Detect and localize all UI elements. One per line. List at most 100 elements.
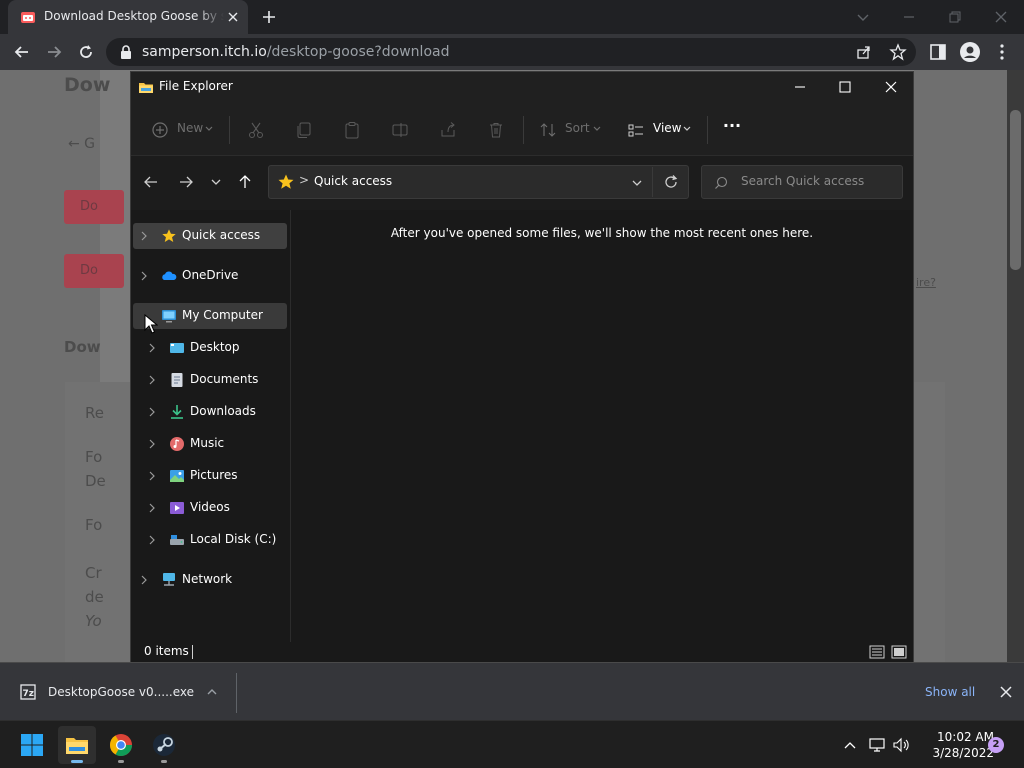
- nav-music[interactable]: Music: [133, 431, 287, 457]
- volume-icon[interactable]: [892, 737, 910, 753]
- explorer-close-icon[interactable]: [883, 79, 899, 95]
- file-explorer-taskbar-icon[interactable]: [58, 726, 96, 764]
- clock-time: 10:02 AM: [937, 730, 994, 744]
- rename-icon[interactable]: [391, 121, 409, 139]
- nav-downloads[interactable]: Downloads: [133, 399, 287, 425]
- new-label: New: [177, 121, 204, 135]
- explorer-address-bar[interactable]: > Quick access: [268, 165, 689, 199]
- nav-documents[interactable]: Documents: [133, 367, 287, 393]
- back-link[interactable]: ← G: [68, 136, 95, 152]
- clock-date: 3/28/2022: [932, 746, 994, 760]
- nav-desktop[interactable]: Desktop: [133, 335, 287, 361]
- nav-label: Videos: [190, 500, 230, 514]
- card-line: Fo: [85, 448, 103, 466]
- address-bar[interactable]: samperson.itch.io/desktop-goose?download: [106, 38, 916, 66]
- chrome-menu-icon[interactable]: [996, 43, 1008, 61]
- download-button-2[interactable]: Do: [64, 254, 124, 288]
- expand-chevron-icon[interactable]: [147, 407, 157, 417]
- minimize-icon[interactable]: [898, 6, 920, 28]
- nav-network[interactable]: Network: [133, 567, 287, 593]
- network-icon[interactable]: [869, 737, 887, 753]
- reload-icon[interactable]: [77, 43, 95, 61]
- nav-onedrive[interactable]: OneDrive: [133, 263, 287, 289]
- paste-icon[interactable]: [343, 121, 361, 139]
- expand-chevron-icon[interactable]: [147, 471, 157, 481]
- cut-icon[interactable]: [247, 121, 265, 139]
- tab-search-chevron-icon[interactable]: [852, 6, 874, 28]
- download-file-name[interactable]: DesktopGoose v0.....exe: [48, 685, 194, 699]
- svg-text:7z: 7z: [23, 689, 35, 699]
- explorer-minimize-icon[interactable]: [792, 79, 808, 95]
- chevron-down-icon: [593, 125, 601, 133]
- large-icons-view-icon[interactable]: [891, 644, 907, 660]
- nav-videos[interactable]: Videos: [133, 495, 287, 521]
- profile-avatar-icon[interactable]: [960, 42, 980, 62]
- expand-chevron-icon[interactable]: [139, 575, 149, 585]
- side-link[interactable]: ire?: [916, 276, 936, 289]
- system-clock[interactable]: 10:02 AM 3/28/2022: [918, 729, 994, 761]
- nav-label: Music: [190, 436, 225, 450]
- breadcrumb-quick-access[interactable]: Quick access: [314, 174, 392, 188]
- scrollbar-thumb[interactable]: [1010, 110, 1021, 270]
- view-button[interactable]: View: [625, 102, 693, 156]
- chevron-up-icon[interactable]: [206, 686, 218, 698]
- browser-tab[interactable]: Download Desktop Goose by samperson: [8, 0, 248, 34]
- star-icon: [161, 228, 177, 244]
- more-options-icon[interactable]: ···: [722, 116, 742, 140]
- bookmark-star-icon[interactable]: [889, 43, 907, 61]
- lock-icon[interactable]: [120, 45, 132, 59]
- close-download-bar-icon[interactable]: [999, 685, 1013, 699]
- sort-label: Sort: [565, 121, 590, 135]
- close-window-icon[interactable]: [990, 6, 1012, 28]
- sort-arrows-icon: [539, 121, 557, 139]
- show-all-downloads-link[interactable]: Show all: [925, 685, 975, 699]
- page-scrollbar[interactable]: [1007, 70, 1024, 662]
- command-separator: [523, 116, 524, 144]
- expand-chevron-icon[interactable]: [139, 231, 149, 241]
- expand-chevron-icon[interactable]: [147, 535, 157, 545]
- new-tab-icon[interactable]: [260, 8, 278, 26]
- expand-chevron-icon[interactable]: [147, 503, 157, 513]
- address-dropdown-chevron-icon[interactable]: [632, 178, 642, 188]
- nav-local-disk[interactable]: Local Disk (C:): [133, 527, 287, 553]
- search-quick-access-input[interactable]: Search Quick access: [701, 165, 903, 199]
- delete-icon[interactable]: [487, 121, 505, 139]
- back-arrow-icon[interactable]: [143, 174, 159, 190]
- documents-icon: [169, 372, 185, 388]
- share-icon[interactable]: [439, 121, 457, 139]
- explorer-maximize-icon[interactable]: [837, 79, 853, 95]
- side-panel-icon[interactable]: [929, 43, 947, 61]
- sort-button[interactable]: Sort: [537, 102, 603, 156]
- notification-badge[interactable]: 2: [988, 737, 1004, 753]
- chevron-up-icon[interactable]: [843, 738, 857, 752]
- expand-chevron-icon[interactable]: [139, 271, 149, 281]
- start-windows-icon[interactable]: [13, 726, 51, 764]
- nav-pictures[interactable]: Pictures: [133, 463, 287, 489]
- expand-chevron-icon[interactable]: [147, 343, 157, 353]
- nav-quick-access[interactable]: Quick access: [133, 223, 287, 249]
- recent-locations-chevron-icon[interactable]: [211, 177, 221, 187]
- explorer-title-bar[interactable]: File Explorer: [131, 72, 913, 102]
- new-button[interactable]: New: [149, 102, 217, 156]
- explorer-navigation-bar: > Quick access Search Quick access: [131, 156, 913, 210]
- file-list-area[interactable]: After you've opened some files, we'll sh…: [291, 210, 913, 642]
- expand-chevron-icon[interactable]: [147, 439, 157, 449]
- refresh-icon[interactable]: [663, 174, 679, 190]
- expand-chevron-icon[interactable]: [147, 375, 157, 385]
- copy-icon[interactable]: [295, 121, 313, 139]
- steam-taskbar-icon[interactable]: [145, 726, 183, 764]
- chrome-taskbar-icon[interactable]: [102, 726, 140, 764]
- chrome-tab-strip: Download Desktop Goose by samperson: [0, 0, 1024, 34]
- share-icon[interactable]: [856, 44, 872, 60]
- card-line: de: [85, 588, 104, 606]
- details-view-icon[interactable]: [869, 644, 885, 660]
- tab-close-icon[interactable]: [225, 9, 241, 25]
- forward-arrow-icon[interactable]: [45, 43, 63, 61]
- up-arrow-icon[interactable]: [237, 174, 253, 190]
- forward-arrow-icon[interactable]: [178, 174, 194, 190]
- download-button[interactable]: Do: [64, 190, 124, 224]
- back-arrow-icon[interactable]: [13, 43, 31, 61]
- itch-favicon-icon: [20, 9, 36, 25]
- restore-icon[interactable]: [944, 6, 966, 28]
- pictures-icon: [169, 468, 185, 484]
